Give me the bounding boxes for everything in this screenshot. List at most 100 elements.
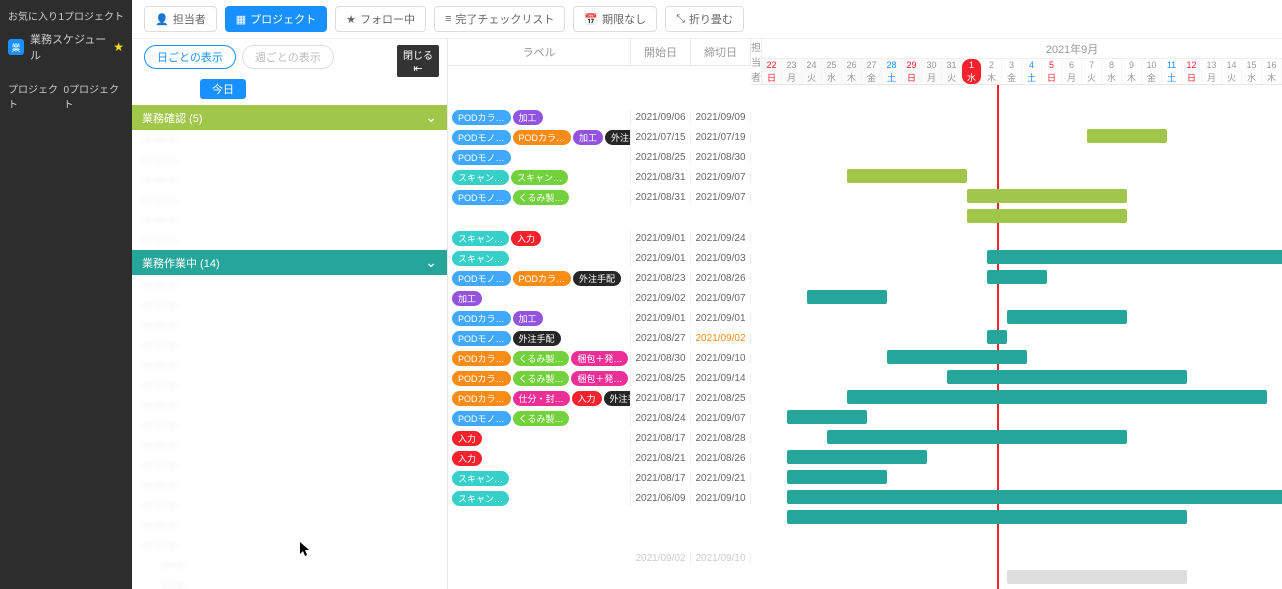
gantt-bar[interactable] — [787, 470, 887, 484]
day-column[interactable]: 29日 — [902, 59, 922, 84]
day-column[interactable]: 10金 — [1142, 59, 1162, 84]
tag[interactable]: PODモノ… — [452, 150, 511, 165]
task-row[interactable]: — — — — [132, 515, 447, 535]
tag[interactable]: PODカラ… — [452, 311, 511, 326]
task-row[interactable]: — — — — [132, 275, 447, 295]
tag[interactable]: スキャン… — [452, 170, 509, 185]
following-button[interactable]: ★フォロー中 — [335, 6, 426, 32]
day-column[interactable]: 5日 — [1042, 59, 1062, 84]
tag[interactable]: くるみ製… — [513, 190, 570, 205]
task-row[interactable]: — — — — [132, 295, 447, 315]
tag[interactable]: スキャン… — [511, 170, 568, 185]
tag[interactable]: 梱包＋発… — [571, 351, 628, 366]
day-column[interactable]: 15水 — [1242, 59, 1262, 84]
by-week-pill[interactable]: 週ごとの表示 — [242, 45, 334, 69]
tag[interactable]: 入力 — [452, 431, 482, 446]
day-column[interactable]: 30月 — [922, 59, 942, 84]
gantt-bar[interactable] — [987, 250, 1282, 264]
tag[interactable]: スキャン… — [452, 491, 509, 506]
tag[interactable]: スキャン… — [452, 251, 509, 266]
gantt-bar[interactable] — [827, 430, 1127, 444]
task-row[interactable]: — — — — [132, 130, 447, 150]
tag[interactable]: 外注手配 — [513, 331, 561, 346]
tag[interactable]: 入力 — [452, 451, 482, 466]
day-column[interactable]: 11土 — [1162, 59, 1182, 84]
task-row[interactable]: — — — — [132, 375, 447, 395]
tag[interactable]: PODモノ… — [452, 190, 511, 205]
gantt-bar[interactable] — [987, 330, 1007, 344]
due-button[interactable]: 📅期限なし — [573, 6, 657, 32]
close-tooltip[interactable]: 閉じる — [397, 45, 439, 77]
gantt-bar[interactable] — [787, 490, 1282, 504]
task-row[interactable]: — — — — [132, 495, 447, 515]
gantt-bar[interactable] — [847, 169, 967, 183]
task-row[interactable]: — — — — [132, 455, 447, 475]
day-column[interactable]: 14火 — [1222, 59, 1242, 84]
task-row[interactable]: — — — [132, 555, 447, 575]
day-column[interactable]: 23月 — [782, 59, 802, 84]
tag[interactable]: PODカラ… — [452, 371, 511, 386]
day-column[interactable]: 9木 — [1122, 59, 1142, 84]
tag[interactable]: スキャン… — [452, 471, 509, 486]
task-row[interactable]: — — — — [132, 190, 447, 210]
tag[interactable]: 入力 — [511, 231, 541, 246]
gantt-bar[interactable] — [1007, 570, 1187, 584]
gantt-bar[interactable] — [967, 209, 1127, 223]
tag[interactable]: 外注手配 — [573, 271, 621, 286]
star-icon[interactable]: ★ — [113, 40, 124, 54]
gantt-bar[interactable] — [1007, 310, 1127, 324]
tag[interactable]: 入力 — [572, 391, 602, 406]
task-row[interactable]: — — — — [132, 355, 447, 375]
task-row[interactable]: — — — — [132, 475, 447, 495]
tag[interactable]: くるみ製… — [513, 371, 570, 386]
day-column[interactable]: 22日 — [762, 59, 782, 84]
tag[interactable]: PODカラ… — [452, 391, 511, 406]
tag[interactable]: くるみ製… — [513, 351, 570, 366]
task-row[interactable]: — — — — [132, 395, 447, 415]
gantt-bar[interactable] — [787, 410, 867, 424]
day-column[interactable]: 27金 — [862, 59, 882, 84]
tag[interactable]: 仕分・封… — [513, 391, 570, 406]
fold-button[interactable]: ⤡折り畳む — [665, 6, 744, 32]
tag[interactable]: 加工 — [452, 291, 482, 306]
tag[interactable]: 外注手配 — [605, 130, 631, 145]
favorite-project[interactable]: 業 業務スケジュール ★ — [0, 27, 132, 67]
tag[interactable]: PODモノ… — [452, 130, 511, 145]
gantt-bar[interactable] — [987, 270, 1047, 284]
task-row[interactable]: — — — — [132, 170, 447, 190]
task-row[interactable]: — — — — [132, 210, 447, 230]
project-button[interactable]: ▦プロジェクト — [225, 6, 327, 32]
gantt-bar[interactable] — [847, 390, 1267, 404]
day-column[interactable]: 8水 — [1102, 59, 1122, 84]
task-row[interactable]: — — — — [132, 315, 447, 335]
gantt-bar[interactable] — [787, 510, 1187, 524]
gantt-bar[interactable] — [947, 370, 1187, 384]
tag[interactable]: 梱包＋発… — [571, 371, 628, 386]
tag[interactable]: 加工 — [573, 130, 603, 145]
tag[interactable]: PODモノ… — [452, 271, 511, 286]
task-row[interactable]: — — — — [132, 415, 447, 435]
checklist-button[interactable]: ≡完了チェックリスト — [434, 6, 565, 32]
by-day-pill[interactable]: 日ごとの表示 — [144, 45, 236, 69]
gantt-bar[interactable] — [967, 189, 1127, 203]
gantt-bar[interactable] — [787, 450, 927, 464]
tag[interactable]: PODモノ… — [452, 411, 511, 426]
task-row[interactable]: — — — — [132, 230, 447, 250]
tag[interactable]: 外注手配 — [604, 391, 631, 406]
tag[interactable]: 加工 — [513, 311, 543, 326]
today-button[interactable]: 今日 — [200, 79, 246, 99]
task-row[interactable]: — — — — [132, 150, 447, 170]
day-column[interactable]: 25水 — [822, 59, 842, 84]
tag[interactable]: PODカラ… — [513, 271, 572, 286]
tag[interactable]: PODカラ… — [452, 351, 511, 366]
favorites-header[interactable]: お気に入り 1プロジェクト — [0, 4, 132, 27]
task-row[interactable]: — — — — [132, 435, 447, 455]
day-column[interactable]: 26木 — [842, 59, 862, 84]
task-row[interactable]: — — — — [132, 335, 447, 355]
group-header[interactable]: 業務作業中 (14)⌄ — [132, 250, 447, 275]
tag[interactable]: スキャン… — [452, 231, 509, 246]
day-column[interactable]: 28土 — [882, 59, 902, 84]
day-column[interactable]: 4土 — [1022, 59, 1042, 84]
day-column[interactable]: 1水 — [962, 59, 982, 84]
day-column[interactable]: 31火 — [942, 59, 962, 84]
